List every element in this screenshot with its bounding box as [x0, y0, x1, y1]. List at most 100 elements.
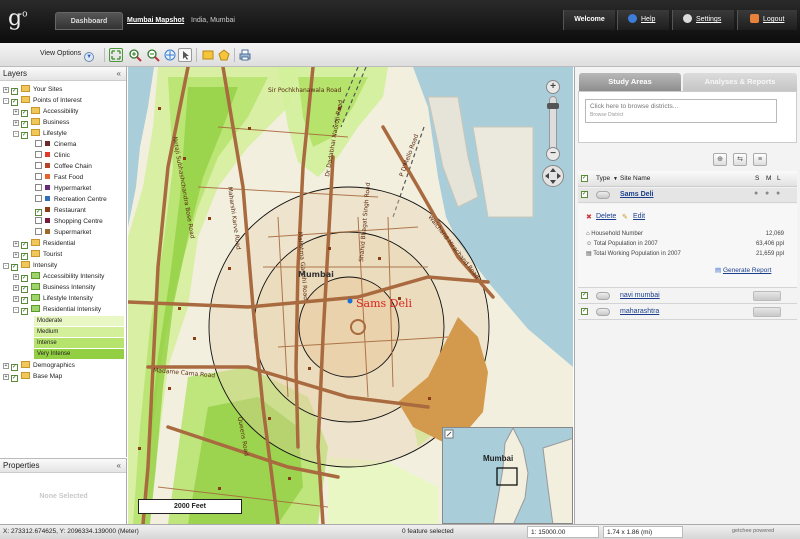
zoom-slider-track[interactable] [547, 96, 559, 154]
app-logo[interactable]: go [8, 6, 36, 36]
expand-icon[interactable]: + [3, 374, 9, 380]
layer-checkbox[interactable]: ✓ [21, 253, 28, 260]
transfer-icon[interactable]: ⇆ [733, 153, 747, 166]
select-all-checkbox[interactable]: ✓ [581, 175, 588, 182]
layer-checkbox[interactable] [35, 195, 42, 202]
layer-business-intensity[interactable]: + ✓ Business Intensity [13, 283, 95, 293]
layer-checkbox[interactable]: ✓ [21, 308, 28, 315]
layer-checkbox[interactable] [35, 217, 42, 224]
add-site-icon[interactable]: ⊕ [713, 153, 727, 166]
collapse-node-icon[interactable]: - [3, 98, 9, 104]
layer-checkbox[interactable] [35, 140, 42, 147]
zoom-in-icon[interactable] [128, 48, 142, 62]
layer-checkbox[interactable]: ✓ [21, 286, 28, 293]
radius-l-toggle[interactable]: ● [776, 190, 780, 197]
layer-business[interactable]: + ✓ Business [13, 118, 69, 128]
layer-accessibility[interactable]: + ✓ Accessibility [13, 107, 78, 117]
layer-lifestyle-intensity[interactable]: + ✓ Lifestyle Intensity [13, 294, 93, 304]
view-options-dropdown[interactable]: View Options ▼ [40, 50, 95, 62]
expand-icon[interactable]: + [13, 109, 19, 115]
site-name-link[interactable]: Sams Deli [620, 191, 653, 198]
edit-link[interactable]: Edit [633, 213, 645, 220]
layer-checkbox[interactable]: ✓ [21, 132, 28, 139]
layer-recreation-centre[interactable]: Recreation Centre [35, 195, 107, 205]
layer-checkbox[interactable]: ✓ [35, 209, 42, 216]
layer-checkbox[interactable]: ✓ [21, 110, 28, 117]
print-icon[interactable] [238, 48, 252, 62]
expand-icon[interactable]: + [13, 274, 19, 280]
site-row-sams-deli[interactable]: ✓ Sams Deli ● ● ● [578, 188, 797, 203]
tab-analyses-reports[interactable]: Analyses & Reports [683, 73, 797, 91]
radius-m-toggle[interactable]: ● [765, 190, 769, 197]
layer-demographics[interactable]: + ✓ Demographics [3, 361, 75, 371]
site-action-button[interactable] [753, 307, 781, 317]
layer-accessibility-intensity[interactable]: + ✓ Accessibility Intensity [13, 272, 104, 282]
select-icon[interactable] [178, 48, 192, 62]
layer-hypermarket[interactable]: Hypermarket [35, 184, 91, 194]
polygon-icon[interactable] [217, 48, 231, 62]
layer-checkbox[interactable]: ✓ [11, 264, 18, 271]
layer-intensity[interactable]: - ✓ Intensity [3, 261, 57, 271]
collapse-node-icon[interactable]: - [3, 263, 9, 269]
expand-icon[interactable]: + [13, 285, 19, 291]
map-canvas[interactable]: Netaji Subhashchandra Bose Road Maharshi… [128, 67, 573, 524]
layer-checkbox[interactable] [35, 173, 42, 180]
generate-report-button[interactable]: ▤ Generate Report [715, 266, 771, 274]
site-row-navi-mumbai[interactable]: ✓ navi mumbai [578, 289, 797, 304]
layer-supermarket[interactable]: Supermarket [35, 228, 91, 238]
collapse-icon[interactable]: « [117, 67, 121, 81]
expand-icon[interactable]: + [13, 252, 19, 258]
zoom-extent-icon[interactable] [109, 48, 123, 62]
pan-control[interactable] [542, 165, 564, 187]
layer-checkbox[interactable] [35, 228, 42, 235]
site-action-button[interactable] [753, 291, 781, 301]
site-checkbox[interactable]: ✓ [581, 308, 588, 315]
layer-checkbox[interactable]: ✓ [11, 88, 18, 95]
layer-checkbox[interactable]: ✓ [11, 375, 18, 382]
expand-icon[interactable]: + [13, 120, 19, 126]
collapse-node-icon[interactable]: - [13, 131, 19, 137]
col-type[interactable]: Type [596, 171, 610, 187]
layer-points-of-interest[interactable]: - ✓ Points of Interest [3, 96, 82, 106]
list-icon[interactable]: ≡ [753, 153, 767, 166]
expand-icon[interactable]: + [3, 87, 9, 93]
expand-icon[interactable]: + [3, 363, 9, 369]
tab-study-areas[interactable]: Study Areas [579, 73, 681, 91]
site-name-link[interactable]: navi mumbai [620, 292, 660, 299]
layer-checkbox[interactable]: ✓ [21, 297, 28, 304]
site-checkbox[interactable]: ✓ [581, 292, 588, 299]
layer-residential-intensity[interactable]: - ✓ Residential Intensity [13, 305, 101, 315]
rectangle-icon[interactable] [201, 48, 215, 62]
site-marker[interactable] [347, 298, 353, 304]
zoom-out-button[interactable]: − [546, 147, 560, 161]
layer-checkbox[interactable]: ✓ [21, 121, 28, 128]
zoom-out-icon[interactable] [146, 48, 160, 62]
expand-icon[interactable]: + [13, 241, 19, 247]
layer-checkbox[interactable]: ✓ [21, 242, 28, 249]
site-row-maharashtra[interactable]: ✓ maharashtra [578, 305, 797, 320]
browse-districts-input[interactable]: Click here to browse districts... Browse … [585, 99, 777, 123]
logout-button[interactable]: Logout [737, 10, 797, 30]
mapshot-title[interactable]: Mumbai Mapshot [127, 12, 184, 30]
layer-your-sites[interactable]: + ✓ Your Sites [3, 85, 62, 95]
layer-checkbox[interactable]: ✓ [21, 275, 28, 282]
zoom-in-button[interactable]: + [546, 80, 560, 94]
site-name-link[interactable]: maharashtra [620, 308, 659, 315]
layer-shopping-centre[interactable]: Shopping Centre [35, 217, 103, 227]
collapse-node-icon[interactable]: - [13, 307, 19, 313]
layer-checkbox[interactable] [35, 184, 42, 191]
layer-tourist[interactable]: + ✓ Tourist [13, 250, 62, 260]
layer-fast-food[interactable]: Fast Food [35, 173, 83, 183]
layer-checkbox[interactable]: ✓ [11, 99, 18, 106]
dashboard-tab[interactable]: Dashboard [55, 12, 123, 30]
layer-checkbox[interactable] [35, 151, 42, 158]
delete-link[interactable]: Delete [596, 213, 616, 220]
layer-checkbox[interactable] [35, 162, 42, 169]
layer-base-map[interactable]: + ✓ Base Map [3, 372, 62, 382]
layer-restaurant[interactable]: ✓ Restaurant [35, 206, 86, 216]
expand-icon[interactable]: + [13, 296, 19, 302]
layer-cinema[interactable]: Cinema [35, 140, 76, 150]
radius-s-toggle[interactable]: ● [754, 190, 758, 197]
help-button[interactable]: Help [617, 10, 669, 30]
site-checkbox[interactable]: ✓ [581, 191, 588, 198]
